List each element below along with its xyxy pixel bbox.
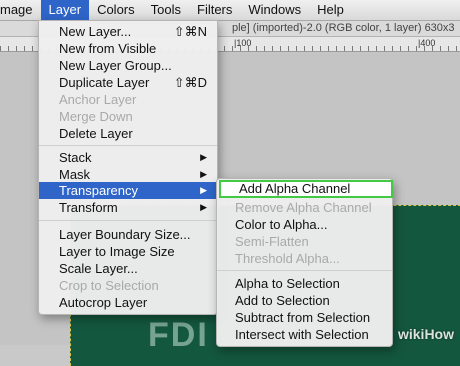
menu-item-color-to-alpha[interactable]: Color to Alpha... <box>217 216 392 233</box>
menu-item-label: Layer Boundary Size... <box>59 227 191 242</box>
menu-item-label: Semi-Flatten <box>235 234 309 249</box>
menu-item-label: Autocrop Layer <box>59 295 148 310</box>
menu-item-scale-layer[interactable]: Scale Layer... <box>39 260 217 277</box>
menu-item-label: Add to Selection <box>235 293 330 308</box>
menu-item-duplicate-layer[interactable]: Duplicate Layer ⇧⌘D <box>39 74 217 91</box>
menu-item-threshold-alpha: Threshold Alpha... <box>217 250 392 267</box>
menu-colors[interactable]: Colors <box>89 0 143 20</box>
menu-item-new-from-visible[interactable]: New from Visible <box>39 40 217 57</box>
menu-item-layer-to-image-size[interactable]: Layer to Image Size <box>39 243 217 260</box>
menu-help[interactable]: Help <box>309 0 352 20</box>
menu-windows[interactable]: Windows <box>240 0 309 20</box>
menu-item-label: Subtract from Selection <box>235 310 371 325</box>
menu-item-merge-down: Merge Down <box>39 108 217 125</box>
menu-separator <box>39 145 217 146</box>
watermark-logo: wikiHow <box>397 326 454 342</box>
menu-item-subtract-from-selection[interactable]: Subtract from Selection <box>217 309 392 326</box>
menu-item-add-alpha-channel[interactable]: Add Alpha Channel <box>219 180 393 198</box>
submenu-arrow-icon: ▶ <box>200 185 207 195</box>
menu-item-stack[interactable]: Stack ▶ <box>39 149 217 166</box>
canvas-image-text: FDI <box>148 316 209 354</box>
menu-item-mask[interactable]: Mask ▶ <box>39 166 217 183</box>
menu-item-label: Transform <box>59 200 118 215</box>
submenu-arrow-icon: ▶ <box>200 169 207 179</box>
menu-item-label: Transparency <box>59 183 138 198</box>
menu-item-crop-to-selection: Crop to Selection <box>39 277 217 294</box>
transparency-submenu: Add Alpha Channel Remove Alpha Channel C… <box>216 178 393 347</box>
menu-item-transform[interactable]: Transform ▶ <box>39 199 217 216</box>
menu-item-label: Intersect with Selection <box>235 327 369 342</box>
menu-item-label: Crop to Selection <box>59 278 159 293</box>
menu-item-alpha-to-selection[interactable]: Alpha to Selection <box>217 275 392 292</box>
menu-item-label: Add Alpha Channel <box>239 181 351 196</box>
menu-item-transparency[interactable]: Transparency ▶ <box>39 182 217 199</box>
menu-item-remove-alpha-channel: Remove Alpha Channel <box>217 199 392 216</box>
window-title: ple] (imported)-2.0 (RGB color, 1 layer)… <box>232 22 455 34</box>
menu-item-label: Delete Layer <box>59 126 133 141</box>
menu-item-layer-boundary-size[interactable]: Layer Boundary Size... <box>39 226 217 243</box>
layer-menu: New Layer... ⇧⌘N New from Visible New La… <box>38 20 218 315</box>
menu-separator <box>217 270 392 271</box>
menu-item-delete-layer[interactable]: Delete Layer <box>39 125 217 142</box>
menu-tools[interactable]: Tools <box>143 0 189 20</box>
menu-item-label: Mask <box>59 167 91 182</box>
menu-item-label: Duplicate Layer <box>59 75 150 90</box>
menu-filters[interactable]: Filters <box>189 0 240 20</box>
menu-item-new-layer-group[interactable]: New Layer Group... <box>39 57 217 74</box>
menu-item-label: Alpha to Selection <box>235 276 340 291</box>
menu-item-label: Threshold Alpha... <box>235 251 340 266</box>
menu-item-label: Merge Down <box>59 109 133 124</box>
menu-item-semi-flatten: Semi-Flatten <box>217 233 392 250</box>
menu-item-shortcut: ⇧⌘D <box>173 75 207 90</box>
menu-item-label: New Layer... <box>59 24 132 39</box>
menubar: mage Layer Colors Tools Filters Windows … <box>0 0 460 21</box>
menu-image[interactable]: mage <box>0 0 41 20</box>
menu-item-label: Scale Layer... <box>59 261 138 276</box>
menu-layer[interactable]: Layer <box>40 0 90 20</box>
menu-item-label: Anchor Layer <box>59 92 137 107</box>
menu-item-anchor-layer: Anchor Layer <box>39 91 217 108</box>
submenu-arrow-icon: ▶ <box>200 152 207 162</box>
menu-item-label: New from Visible <box>59 41 157 56</box>
menu-item-label: Remove Alpha Channel <box>235 200 372 215</box>
menu-item-label: New Layer Group... <box>59 58 172 73</box>
menu-item-intersect-with-selection[interactable]: Intersect with Selection <box>217 326 392 343</box>
menu-item-label: Stack <box>59 150 92 165</box>
menu-item-label: Layer to Image Size <box>59 244 175 259</box>
menu-item-add-to-selection[interactable]: Add to Selection <box>217 292 392 309</box>
menu-item-new-layer[interactable]: New Layer... ⇧⌘N <box>39 23 217 40</box>
menu-item-shortcut: ⇧⌘N <box>173 24 207 39</box>
menu-item-autocrop-layer[interactable]: Autocrop Layer <box>39 294 217 311</box>
submenu-arrow-icon: ▶ <box>200 202 207 212</box>
menu-separator <box>39 220 217 221</box>
menu-item-label: Color to Alpha... <box>235 217 328 232</box>
